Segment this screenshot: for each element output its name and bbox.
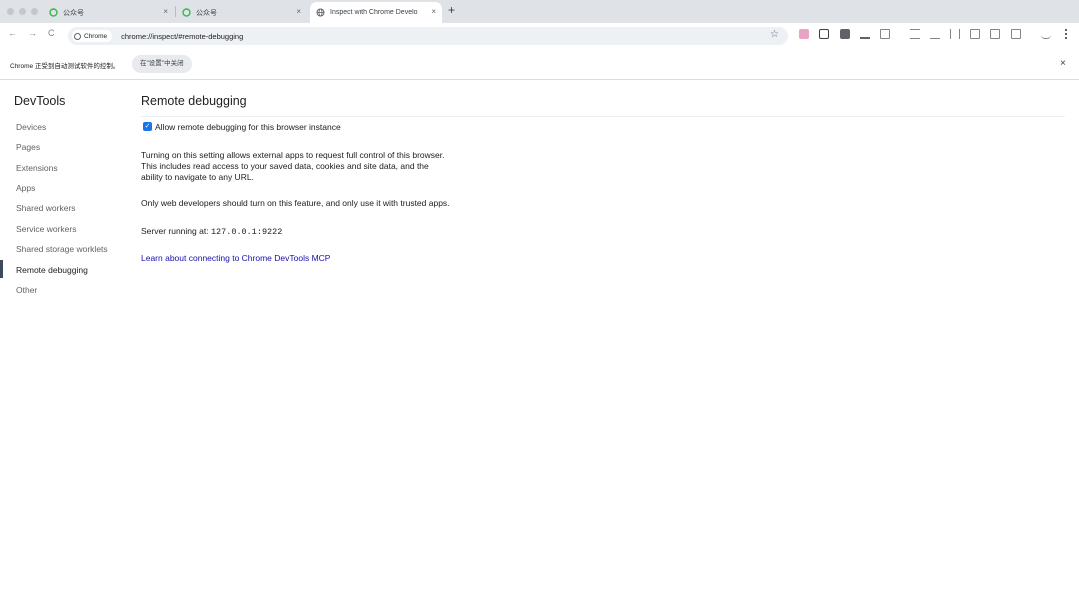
split-view-icon[interactable] bbox=[990, 29, 1000, 39]
wechat-icon bbox=[182, 8, 191, 17]
extension-icon[interactable] bbox=[860, 29, 870, 39]
extension-icon[interactable] bbox=[819, 29, 829, 39]
sidebar-title: DevTools bbox=[14, 94, 66, 108]
server-status: Server running at: 127.0.0.1:9222 bbox=[141, 226, 282, 238]
extension-icon[interactable] bbox=[799, 29, 809, 39]
infobar-message: Chrome 正受到自动测试软件的控制。 bbox=[10, 63, 120, 70]
server-address: 127.0.0.1:9222 bbox=[210, 227, 283, 237]
menu-dots-icon[interactable] bbox=[1065, 29, 1067, 39]
forward-button[interactable]: → bbox=[28, 28, 37, 38]
tab-close-icon[interactable]: × bbox=[431, 7, 436, 16]
active-item-indicator bbox=[0, 260, 3, 278]
chrome-icon bbox=[74, 32, 81, 40]
download-icon[interactable] bbox=[930, 29, 940, 39]
allow-remote-debugging-checkbox[interactable]: ✓ bbox=[143, 122, 152, 131]
window-icon[interactable] bbox=[970, 29, 980, 39]
warning-text: Only web developers should turn on this … bbox=[141, 198, 450, 208]
url-text[interactable]: chrome://inspect/#remote-debugging bbox=[121, 32, 243, 41]
sidebar-item-apps[interactable]: Apps bbox=[16, 183, 35, 193]
sidebar-icon[interactable] bbox=[1011, 29, 1021, 39]
extension-icon[interactable] bbox=[880, 29, 890, 39]
globe-icon bbox=[316, 8, 325, 17]
sidebar-item-other[interactable]: Other bbox=[16, 285, 37, 295]
sidebar-item-shared-workers[interactable]: Shared workers bbox=[16, 203, 76, 213]
tab-close-icon[interactable]: × bbox=[296, 7, 301, 16]
minimize-window-icon[interactable] bbox=[19, 8, 26, 15]
tab-wechat-2[interactable]: 公众号 × bbox=[177, 2, 307, 23]
tab-close-icon[interactable]: × bbox=[163, 7, 168, 16]
tab-title: 公众号 bbox=[63, 9, 84, 17]
description-line: Turning on this setting allows external … bbox=[141, 150, 445, 160]
infobar-close-icon[interactable]: × bbox=[1060, 58, 1066, 69]
sidebar-item-extensions[interactable]: Extensions bbox=[16, 163, 58, 173]
checkbox-label[interactable]: Allow remote debugging for this browser … bbox=[155, 122, 341, 132]
browser-toolbar: ← → C Chrome chrome://inspect/#remote-de… bbox=[0, 23, 1079, 49]
tab-title: Inspect with Chrome Develo bbox=[330, 9, 418, 16]
tab-strip: 公众号 × 公众号 × Inspect with Chrome Develo ×… bbox=[0, 0, 1079, 23]
bookmark-star-icon[interactable]: ☆ bbox=[770, 29, 779, 40]
tab-divider bbox=[175, 6, 176, 17]
profile-icon[interactable] bbox=[1041, 29, 1051, 39]
disable-in-settings-button[interactable]: 在"设置"中关闭 bbox=[132, 55, 192, 73]
chip-label: Chrome bbox=[84, 32, 108, 40]
sidebar-item-shared-storage-worklets[interactable]: Shared storage worklets bbox=[16, 244, 108, 254]
wechat-icon bbox=[49, 8, 58, 17]
description-line: ability to navigate to any URL. bbox=[141, 172, 254, 182]
sidebar-item-pages[interactable]: Pages bbox=[16, 142, 40, 152]
description-line: This includes read access to your saved … bbox=[141, 161, 429, 171]
close-window-icon[interactable] bbox=[7, 8, 14, 15]
tab-title: 公众号 bbox=[196, 9, 217, 17]
back-button[interactable]: ← bbox=[8, 28, 17, 38]
tab-inspect[interactable]: Inspect with Chrome Develo × bbox=[310, 2, 442, 23]
automation-infobar: Chrome 正受到自动测试软件的控制。 在"设置"中关闭 × bbox=[0, 49, 1079, 80]
site-info-chip[interactable]: Chrome bbox=[72, 30, 113, 42]
new-tab-button[interactable]: + bbox=[448, 3, 455, 17]
server-label: Server running at: bbox=[141, 226, 209, 236]
sidebar-item-remote-debugging[interactable]: Remote debugging bbox=[16, 265, 88, 275]
address-bar[interactable]: Chrome chrome://inspect/#remote-debuggin… bbox=[68, 27, 788, 45]
sidebar-item-service-workers[interactable]: Service workers bbox=[16, 224, 76, 234]
page-title: Remote debugging bbox=[141, 94, 247, 108]
maximize-window-icon[interactable] bbox=[31, 8, 38, 15]
devtools-mcp-link[interactable]: Learn about connecting to Chrome DevTool… bbox=[141, 253, 330, 263]
code-icon[interactable] bbox=[950, 29, 960, 39]
printer-icon[interactable] bbox=[910, 29, 920, 39]
extension-icon[interactable] bbox=[840, 29, 850, 39]
sidebar-item-devices[interactable]: Devices bbox=[16, 122, 46, 132]
tab-wechat-1[interactable]: 公众号 × bbox=[44, 2, 174, 23]
title-divider bbox=[141, 116, 1065, 117]
reload-button[interactable]: C bbox=[48, 28, 55, 38]
